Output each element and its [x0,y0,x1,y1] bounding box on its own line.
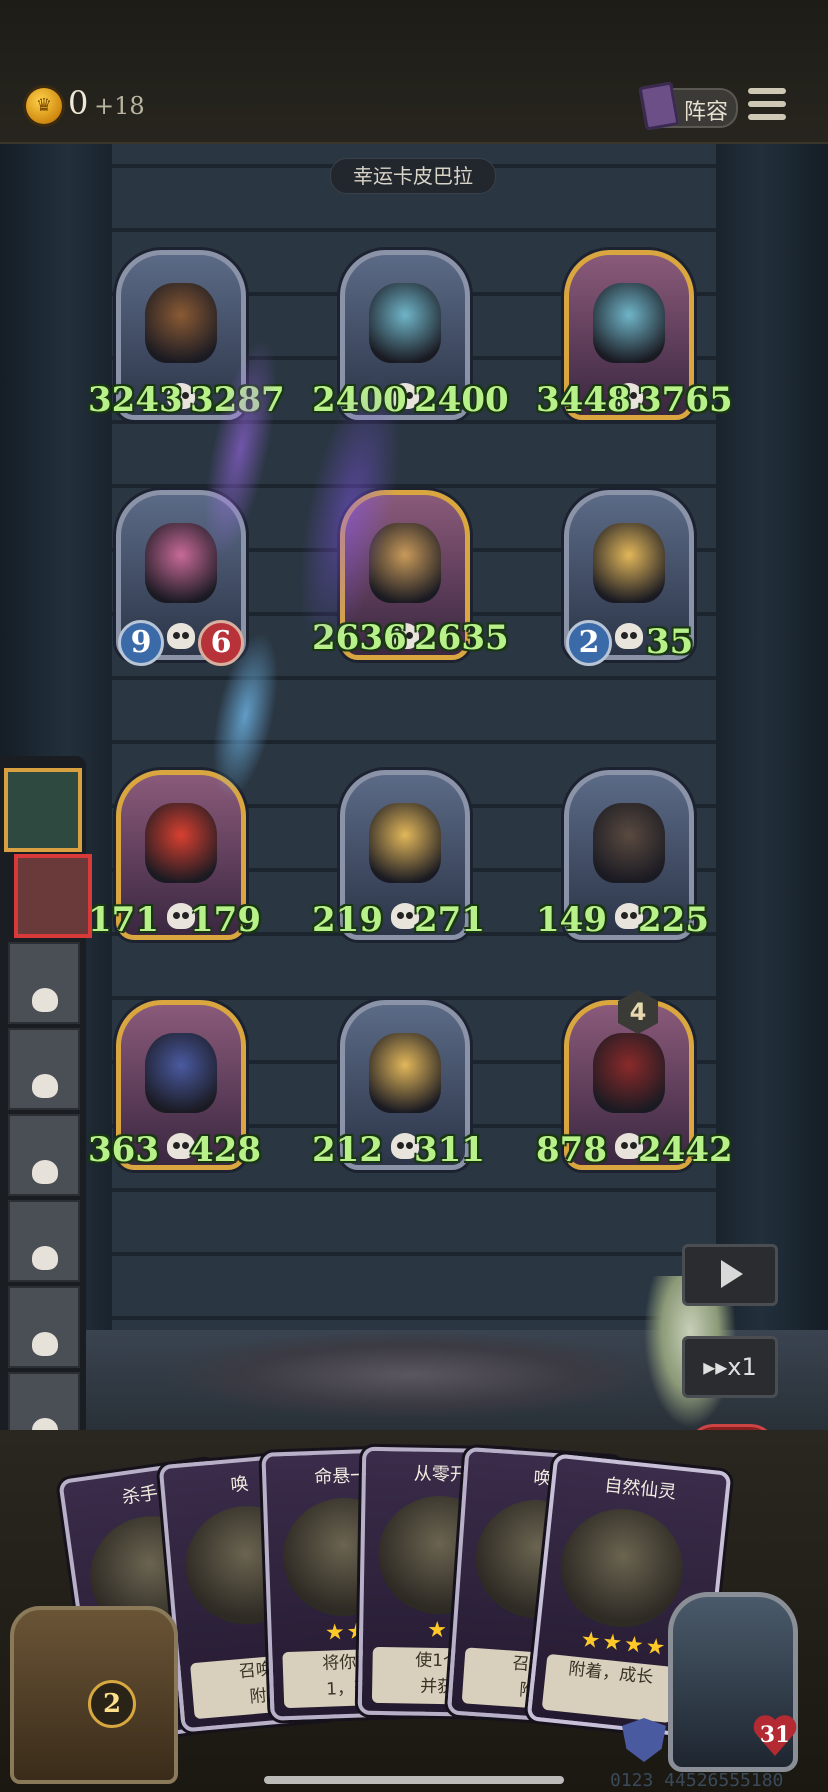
queue-portrait-next[interactable] [14,854,92,938]
unit-health: 6 [198,620,244,666]
unit-portrait [593,283,665,363]
book-icon [638,81,680,131]
queue-portrait[interactable] [8,1286,80,1368]
unit-health: 3765 [638,380,733,420]
debug-text: 0123 44526555180 [610,1770,784,1791]
queue-portrait[interactable] [8,1114,80,1196]
unit-health: 2400 [414,380,509,420]
unit-portrait [369,1033,441,1113]
unit-attack: 212 [312,1130,383,1170]
unit-health: 35 [646,622,694,662]
unit-portrait [369,803,441,883]
unit-health: 2635 [414,618,509,658]
coin-bonus: +18 [94,92,145,120]
unit-attack: 171 [88,900,159,940]
unit-attack: 2636 [312,618,407,658]
bat-emblem [160,1330,660,1420]
chest-count: 2 [88,1680,136,1728]
unit-health: 179 [190,900,261,940]
queue-portrait[interactable] [8,1200,80,1282]
speed-button[interactable]: ▸▸x1 [682,1336,778,1398]
stage-title: 幸运卡皮巴拉 [330,158,496,194]
right-pillar [716,144,828,1404]
lineup-button[interactable]: 阵容 [638,81,738,131]
card-description: 附着，成长 [541,1653,677,1724]
unit-attack: 363 [88,1130,159,1170]
unit-attack: 2 [566,620,612,666]
menu-icon[interactable] [748,88,786,124]
unit-attack: 3448 [536,380,631,420]
skull-icon [615,623,643,649]
lineup-label: 阵容 [684,100,729,125]
unit-portrait [145,283,217,363]
queue-portrait[interactable] [8,1028,80,1110]
unit-attack: 149 [536,900,607,940]
unit-portrait [593,803,665,883]
skull-icon [32,1332,58,1356]
unit-attack: 2400 [312,380,407,420]
play-button[interactable] [682,1244,778,1306]
unit-health: 311 [414,1130,485,1170]
unit-portrait [145,1033,217,1113]
coin-count: 0 [68,84,89,122]
unit-health: 271 [414,900,485,940]
unit-portrait [145,523,217,603]
unit-attack: 219 [312,900,383,940]
unit-portrait [145,803,217,883]
home-indicator [264,1776,564,1784]
coin-icon: ♛ [26,88,62,124]
unit-attack: 3243 [88,380,183,420]
unit-health: 2442 [638,1130,733,1170]
unit-portrait [593,523,665,603]
unit-health: 3287 [190,380,285,420]
unit-portrait [369,523,441,603]
unit-health: 428 [190,1130,261,1170]
queue-portrait[interactable] [8,942,80,1024]
unit-health: 225 [638,900,709,940]
queue-portrait-current[interactable] [4,768,82,852]
unit-portrait [369,283,441,363]
skull-icon [32,988,58,1012]
unit-attack: 878 [536,1130,607,1170]
skull-icon [32,1246,58,1270]
card-art [555,1503,689,1634]
unit-portrait [593,1033,665,1113]
unit-attack: 9 [118,620,164,666]
skull-icon [32,1074,58,1098]
skull-icon [32,1160,58,1184]
skull-icon [167,623,195,649]
card-title: 自然仙灵 [603,1474,678,1504]
